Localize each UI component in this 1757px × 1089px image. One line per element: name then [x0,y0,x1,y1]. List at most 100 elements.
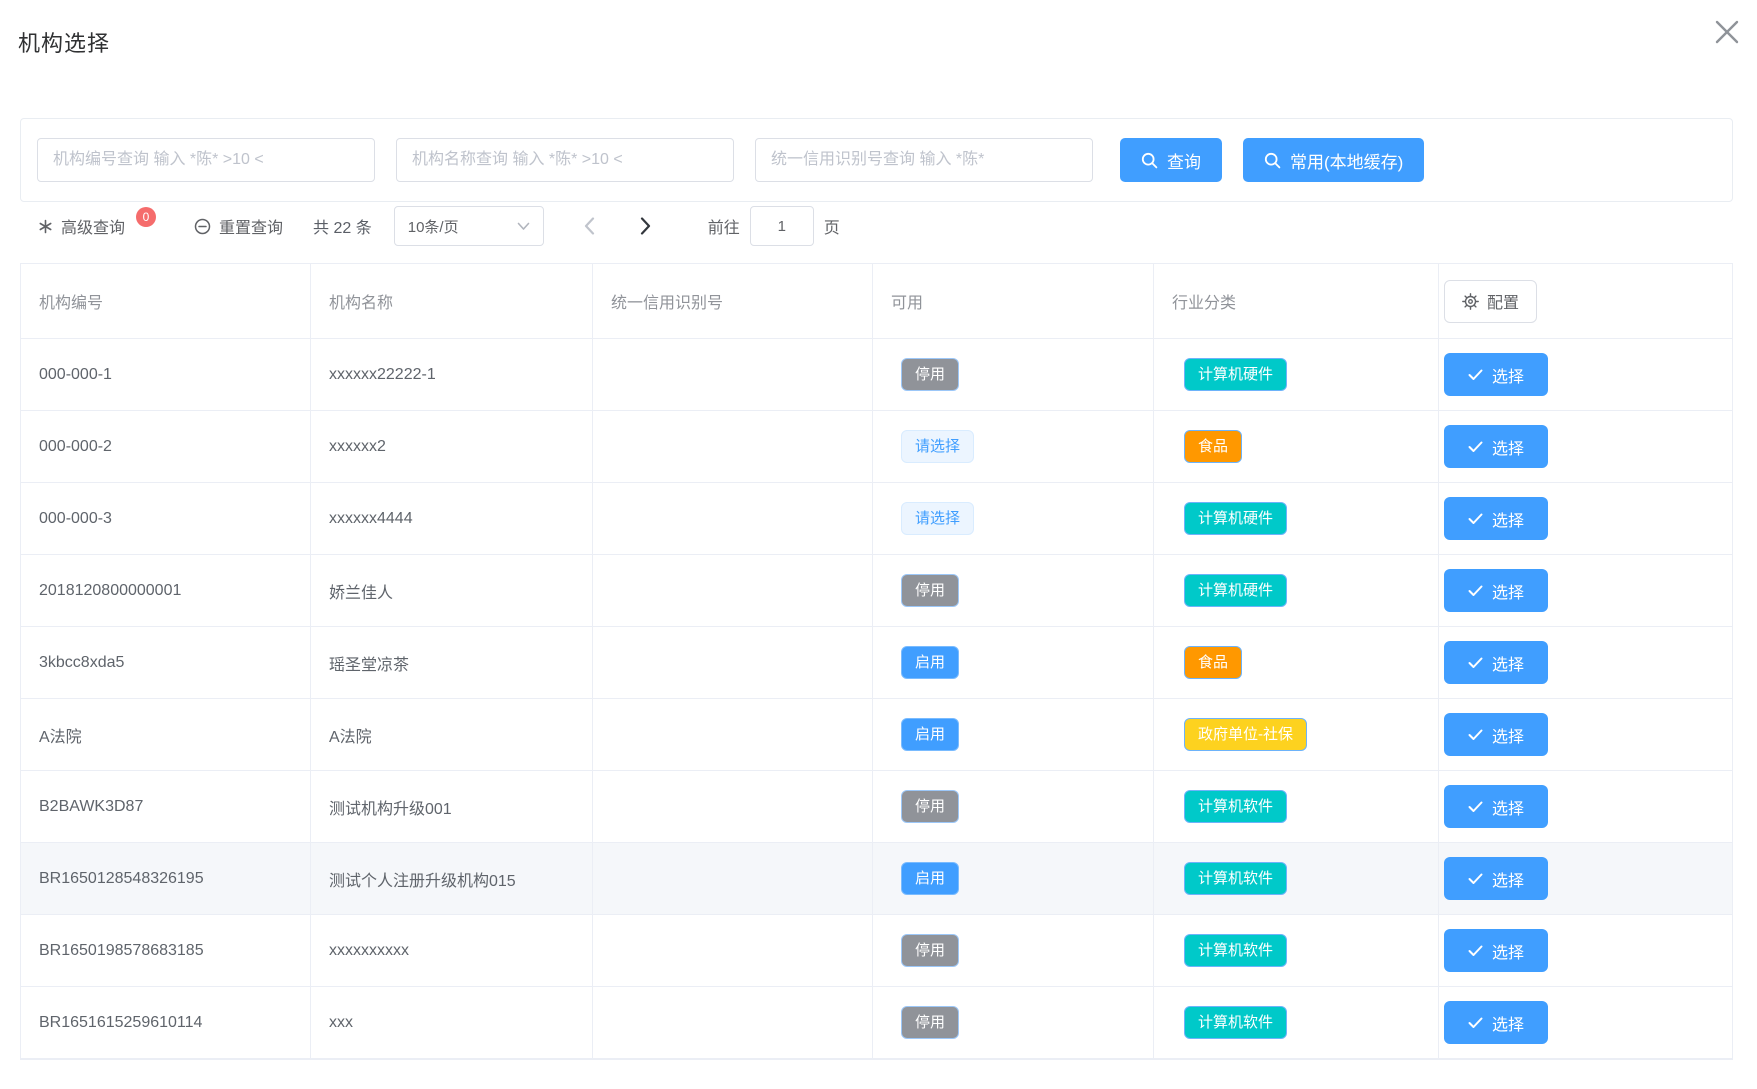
check-icon [1468,657,1483,669]
select-button[interactable]: 选择 [1444,713,1548,756]
goto-page: 前往 页 [708,206,840,246]
search-icon [1141,152,1158,169]
select-button[interactable]: 选择 [1444,785,1548,828]
select-button-label: 选择 [1492,723,1524,747]
org-code-cell: B2BAWK3D87 [21,771,311,842]
table-row: 2018120800000001 娇兰佳人 停用 计算机硬件 选择 [21,555,1732,627]
industry-badge[interactable]: 食品 [1184,430,1242,463]
reset-query-link[interactable]: 重置查询 [194,214,283,238]
select-button[interactable]: 选择 [1444,569,1548,612]
table-row: B2BAWK3D87 测试机构升级001 停用 计算机软件 选择 [21,771,1732,843]
table-row: 000-000-1 xxxxxx22222-1 停用 计算机硬件 选择 [21,339,1732,411]
org-name-input[interactable] [396,138,734,182]
industry-badge[interactable]: 计算机软件 [1184,790,1287,823]
table-row: 000-000-2 xxxxxx2 请选择 食品 选择 [21,411,1732,483]
org-name-cell: 瑶圣堂凉茶 [311,627,593,698]
check-icon [1468,1017,1483,1029]
page-size-value: 10条/页 [408,216,459,237]
select-button-label: 选择 [1492,435,1524,459]
check-icon [1468,585,1483,597]
org-name-cell: 娇兰佳人 [311,555,593,626]
industry-badge[interactable]: 计算机硬件 [1184,358,1287,391]
org-code-cell: BR1650198578683185 [21,915,311,986]
chevron-down-icon [517,222,530,231]
industry-badge[interactable]: 计算机硬件 [1184,502,1287,535]
status-badge[interactable]: 请选择 [901,502,974,535]
check-icon [1468,369,1483,381]
credit-code-input[interactable] [755,138,1093,182]
select-button-label: 选择 [1492,507,1524,531]
goto-label: 前往 [708,214,740,238]
check-icon [1468,801,1483,813]
status-badge[interactable]: 停用 [901,790,959,823]
advanced-query-link[interactable]: 高级查询 0 [38,214,156,238]
next-page-button[interactable] [624,206,668,246]
select-button-label: 选择 [1492,867,1524,891]
industry-badge[interactable]: 政府单位-社保 [1184,718,1307,751]
prev-page-button[interactable] [568,206,612,246]
check-icon [1468,873,1483,885]
org-name-cell: 测试个人注册升级机构015 [311,843,593,914]
industry-badge[interactable]: 计算机硬件 [1184,574,1287,607]
status-badge[interactable]: 启用 [901,646,959,679]
credit-code-cell [593,483,873,554]
select-button[interactable]: 选择 [1444,929,1548,972]
total-count-text: 共 22 条 [313,214,372,238]
credit-code-cell [593,411,873,482]
header-credit-code: 统一信用识别号 [593,264,873,338]
select-button[interactable]: 选择 [1444,641,1548,684]
industry-badge[interactable]: 计算机软件 [1184,862,1287,895]
credit-code-cell [593,843,873,914]
table-row: BR1651615259610114 xxx 停用 计算机软件 选择 [21,987,1732,1059]
select-button[interactable]: 选择 [1444,857,1548,900]
select-button[interactable]: 选择 [1444,353,1548,396]
select-button-label: 选择 [1492,939,1524,963]
industry-badge[interactable]: 计算机软件 [1184,1006,1287,1039]
select-button-label: 选择 [1492,1011,1524,1035]
org-code-cell: BR1650128548326195 [21,843,311,914]
advanced-query-label: 高级查询 [61,214,125,238]
status-badge[interactable]: 请选择 [901,430,974,463]
org-code-input[interactable] [37,138,375,182]
select-button[interactable]: 选择 [1444,1001,1548,1044]
org-code-cell: 2018120800000001 [21,555,311,626]
status-badge[interactable]: 停用 [901,1006,959,1039]
close-icon[interactable] [1705,10,1749,54]
circle-minus-icon [194,218,211,235]
table-body: 000-000-1 xxxxxx22222-1 停用 计算机硬件 选择 000-… [21,339,1732,1059]
page-size-select[interactable]: 10条/页 [394,206,544,246]
credit-code-cell [593,699,873,770]
common-cache-button[interactable]: 常用(本地缓存) [1243,138,1424,182]
header-org-code: 机构编号 [21,264,311,338]
org-code-cell: 000-000-1 [21,339,311,410]
industry-badge[interactable]: 计算机软件 [1184,934,1287,967]
header-industry: 行业分类 [1154,264,1439,338]
status-badge[interactable]: 停用 [901,358,959,391]
select-button[interactable]: 选择 [1444,497,1548,540]
org-name-cell: xxx [311,987,593,1058]
org-name-cell: xxxxxx2 [311,411,593,482]
query-button[interactable]: 查询 [1120,138,1222,182]
status-badge[interactable]: 停用 [901,934,959,967]
industry-badge[interactable]: 食品 [1184,646,1242,679]
org-code-cell: 000-000-2 [21,411,311,482]
check-icon [1468,729,1483,741]
status-badge[interactable]: 停用 [901,574,959,607]
credit-code-cell [593,771,873,842]
credit-code-cell [593,915,873,986]
check-icon [1468,441,1483,453]
advanced-query-icon [38,219,53,234]
goto-page-input[interactable] [750,206,814,246]
status-badge[interactable]: 启用 [901,718,959,751]
status-badge[interactable]: 启用 [901,862,959,895]
select-button[interactable]: 选择 [1444,425,1548,468]
header-available: 可用 [873,264,1154,338]
org-name-cell: xxxxxx22222-1 [311,339,593,410]
filter-panel: 查询 常用(本地缓存) [20,118,1733,202]
credit-code-cell [593,627,873,698]
credit-code-cell [593,987,873,1058]
org-code-cell: 3kbcc8xda5 [21,627,311,698]
config-button[interactable]: 配置 [1444,280,1537,323]
gear-icon [1462,293,1479,310]
table-header-row: 机构编号 机构名称 统一信用识别号 可用 行业分类 [21,264,1732,339]
